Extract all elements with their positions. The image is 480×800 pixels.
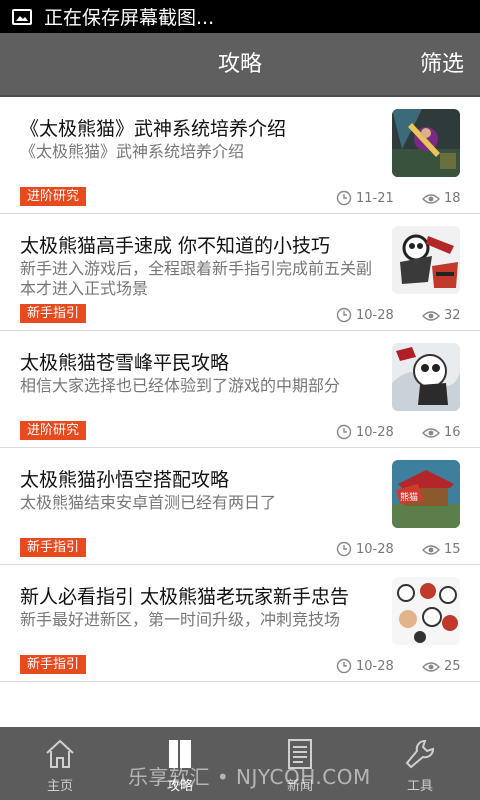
eye-icon (422, 544, 440, 555)
watermark: 乐享软汇 • NJYCOH.COM (128, 765, 371, 789)
date-text: 10-28 (356, 424, 394, 440)
bottom-nav: 主页 攻略 新闻 工具 乐享软汇 • NJYCOH.COM (0, 727, 480, 800)
status-text: 正在保存屏幕截图... (44, 7, 215, 29)
article-thumbnail (392, 226, 460, 294)
category-tag: 新手指引 (20, 304, 87, 323)
status-bar: 正在保存屏幕截图... (0, 0, 480, 33)
article-date: 10-28 (336, 424, 394, 440)
article-title: 太极熊猫高手速成 你不知道的小技巧 (20, 235, 331, 257)
image-icon (12, 8, 32, 25)
nav-home[interactable]: 主页 (0, 727, 120, 800)
article-desc: 太极熊猫结束安卓首测已经有两日了 (20, 493, 277, 512)
clock-icon (336, 658, 352, 674)
list-item[interactable]: 《太极熊猫》武神系统培养介绍 《太极熊猫》武神系统培养介绍 进阶研究 11-21… (0, 97, 480, 214)
article-title: 太极熊猫苍雪峰平民攻略 (20, 352, 230, 374)
article-thumbnail: 熊猫 (392, 460, 460, 528)
nav-home-label: 主页 (46, 779, 73, 794)
wrench-icon (405, 740, 434, 769)
views-text: 32 (444, 308, 461, 323)
views-text: 25 (444, 659, 461, 674)
article-thumbnail (392, 577, 460, 645)
article-date: 10-28 (336, 658, 394, 674)
list-item[interactable]: 太极熊猫高手速成 你不知道的小技巧 新手进入游戏后，全程跟着新手指引完成前五关副… (0, 214, 480, 331)
clock-icon (336, 307, 352, 323)
filter-button[interactable]: 筛选 (420, 33, 464, 97)
article-list: 《太极熊猫》武神系统培养介绍 《太极熊猫》武神系统培养介绍 进阶研究 11-21… (0, 97, 480, 682)
article-desc: 新手进入游戏后，全程跟着新手指引完成前五关副本才进入正式场景 (20, 259, 373, 298)
category-tag: 新手指引 (20, 655, 87, 674)
view-count: 25 (422, 659, 461, 674)
article-desc: 新手最好进新区，第一时间升级，冲刺竞技场 (20, 610, 341, 629)
clock-icon (336, 541, 352, 557)
nav-tools-label: 工具 (406, 779, 433, 794)
list-item[interactable]: 太极熊猫孙悟空搭配攻略 太极熊猫结束安卓首测已经有两日了 新手指引 10-28 … (0, 448, 480, 565)
app-header: 攻略 筛选 (0, 33, 480, 97)
clock-icon (336, 190, 352, 206)
article-thumbnail (392, 109, 460, 177)
eye-icon (422, 310, 440, 321)
views-text: 16 (444, 425, 461, 440)
date-text: 10-28 (356, 307, 394, 323)
page-title: 攻略 (217, 52, 262, 77)
article-title: 《太极熊猫》武神系统培养介绍 (20, 118, 287, 140)
views-text: 15 (444, 542, 461, 557)
article-thumbnail (392, 343, 460, 411)
svg-text:熊猫: 熊猫 (400, 491, 418, 503)
view-count: 15 (422, 542, 461, 557)
eye-icon (422, 427, 440, 438)
nav-tools[interactable]: 工具 (360, 727, 480, 800)
category-tag: 新手指引 (20, 538, 87, 557)
date-text: 11-21 (356, 190, 394, 206)
view-count: 18 (422, 191, 461, 206)
article-date: 10-28 (336, 541, 394, 557)
clock-icon (336, 424, 352, 440)
eye-icon (422, 193, 440, 204)
list-item[interactable]: 新人必看指引 太极熊猫老玩家新手忠告 新手最好进新区，第一时间升级，冲刺竞技场 … (0, 565, 480, 682)
eye-icon (422, 661, 440, 672)
category-tag: 进阶研究 (20, 421, 87, 440)
article-desc: 《太极熊猫》武神系统培养介绍 (20, 142, 245, 161)
category-tag: 进阶研究 (20, 187, 87, 206)
article-desc: 相信大家选择也已经体验到了游戏的中期部分 (20, 376, 341, 395)
list-item[interactable]: 太极熊猫苍雪峰平民攻略 相信大家选择也已经体验到了游戏的中期部分 进阶研究 10… (0, 331, 480, 448)
article-title: 太极熊猫孙悟空搭配攻略 (20, 469, 230, 491)
date-text: 10-28 (356, 541, 394, 557)
article-date: 11-21 (336, 190, 394, 206)
view-count: 32 (422, 308, 461, 323)
article-title: 新人必看指引 太极熊猫老玩家新手忠告 (20, 586, 350, 608)
article-date: 10-28 (336, 307, 394, 323)
home-icon (46, 739, 74, 768)
view-count: 16 (422, 425, 461, 440)
views-text: 18 (444, 191, 461, 206)
date-text: 10-28 (356, 658, 394, 674)
